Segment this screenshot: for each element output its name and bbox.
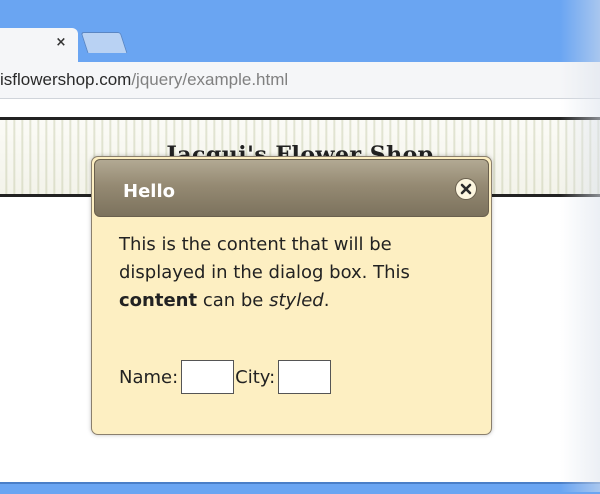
address-bar[interactable]: isflowershop.com/jquery/example.html bbox=[0, 62, 600, 99]
bottom-frame bbox=[0, 482, 600, 494]
name-label: Name: bbox=[119, 366, 179, 388]
close-icon[interactable] bbox=[455, 178, 477, 200]
url-domain: isflowershop.com bbox=[0, 70, 132, 89]
body-italic-text: styled bbox=[269, 290, 324, 311]
dialog: Hello This is the content that will be d… bbox=[91, 156, 492, 435]
new-tab-button[interactable] bbox=[80, 32, 128, 53]
dialog-title: Hello bbox=[123, 181, 175, 202]
tab-close-icon[interactable]: × bbox=[53, 34, 69, 52]
body-text-1: This is the content that will be display… bbox=[119, 234, 410, 283]
url-text[interactable]: isflowershop.com/jquery/example.html bbox=[0, 70, 288, 90]
name-input[interactable] bbox=[181, 360, 235, 394]
city-label: City: bbox=[235, 366, 276, 388]
body-text-2: can be bbox=[202, 290, 264, 311]
url-path: /jquery/example.html bbox=[131, 70, 289, 89]
dialog-body-text: This is the content that will be display… bbox=[119, 231, 469, 315]
close-x-glyph bbox=[460, 183, 472, 195]
dialog-form: Name: City: bbox=[119, 359, 332, 395]
body-bold-text: content bbox=[119, 290, 198, 311]
dialog-titlebar[interactable]: Hello bbox=[94, 159, 489, 217]
city-input[interactable] bbox=[278, 360, 332, 394]
body-text-3: . bbox=[323, 290, 330, 311]
